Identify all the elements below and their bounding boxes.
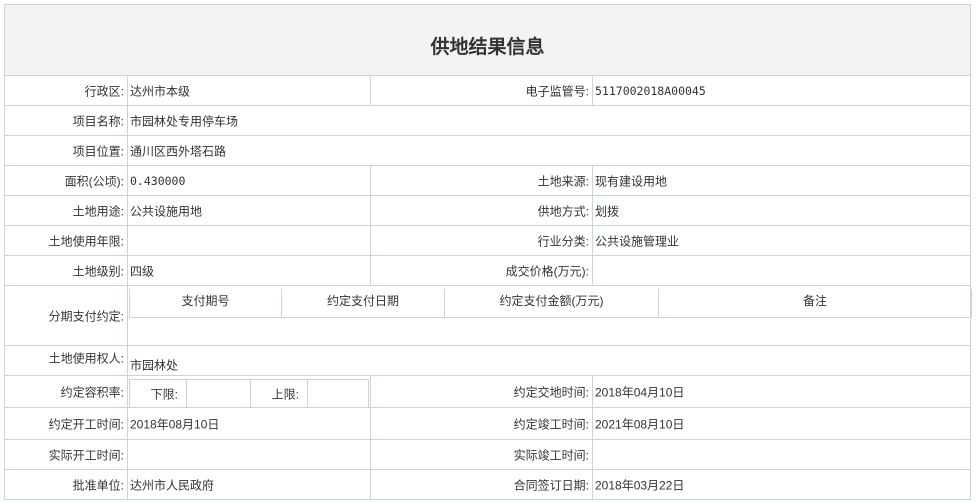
land-supply-result-panel: 供地结果信息 行政区: 达州市本级 电子监管号: 5117002018A0004… — [4, 4, 972, 500]
industry-value: 公共设施管理业 — [595, 234, 680, 248]
installment-header-remark: 备注 — [802, 294, 827, 308]
handover-time-value: 2018年04月10日 — [595, 385, 685, 399]
land-use-value: 公共设施用地 — [130, 204, 203, 218]
row-actual-start: 实际开工时间: 实际竣工时间: — [5, 440, 970, 470]
page-title: 供地结果信息 — [430, 37, 545, 58]
title-bar: 供地结果信息 — [5, 5, 970, 76]
far-label: 约定容积率: — [60, 385, 124, 399]
actual-start-label: 实际开工时间: — [48, 448, 124, 462]
land-use-label: 土地用途: — [72, 204, 124, 218]
area-value: 0.430000 — [130, 173, 186, 188]
contract-date-label: 合同签订日期: — [513, 478, 589, 492]
far-lower-label: 下限: — [150, 387, 178, 401]
far-upper-value — [308, 380, 368, 407]
project-name-label: 项目名称: — [72, 114, 124, 128]
project-location-label: 项目位置: — [72, 144, 124, 158]
start-time-value: 2018年08月10日 — [130, 417, 220, 431]
start-time-label: 约定开工时间: — [48, 417, 124, 431]
row-land-user: 土地使用权人: 市园林处 — [5, 346, 970, 376]
row-land-use: 土地用途: 公共设施用地 供地方式: 划拨 — [5, 196, 970, 226]
row-land-grade: 土地级别: 四级 成交价格(万元): — [5, 256, 970, 286]
supervision-no-label: 电子监管号: — [525, 84, 589, 98]
installment-header-period: 支付期号 — [130, 289, 282, 318]
supervision-no-value: 5117002018A00045 — [595, 83, 706, 98]
land-grade-label: 土地级别: — [72, 264, 124, 278]
installment-table: 支付期号 约定支付日期 约定支付金额(万元) 备注 — [129, 289, 972, 318]
district-label: 行政区: — [84, 84, 124, 98]
land-grade-value: 四级 — [130, 264, 155, 278]
deal-price-label: 成交价格(万元): — [505, 264, 589, 278]
row-far: 约定容积率: 下限: 上限: 约定交地时间: 2018年04月10日 — [5, 376, 970, 408]
far-range-box: 下限: 上限: — [129, 379, 369, 408]
installment-header-amount: 约定支付金额(万元) — [445, 289, 659, 318]
far-upper-label: 上限: — [271, 387, 299, 401]
completion-time-value: 2021年08月10日 — [595, 417, 685, 431]
actual-completion-label: 实际竣工时间: — [513, 448, 589, 462]
contract-date-value: 2018年03月22日 — [595, 478, 685, 492]
supply-method-value: 划拨 — [595, 204, 620, 218]
handover-time-label: 约定交地时间: — [513, 385, 589, 399]
industry-label: 行业分类: — [537, 234, 589, 248]
project-location-value: 通川区西外塔石路 — [130, 144, 227, 158]
row-area: 面积(公顷): 0.430000 土地来源: 现有建设用地 — [5, 166, 970, 196]
land-user-value: 市园林处 — [130, 358, 179, 373]
row-project-name: 项目名称: 市园林处专用停车场 — [5, 106, 970, 136]
approval-unit-value: 达州市人民政府 — [130, 478, 215, 492]
row-use-term: 土地使用年限: 行业分类: 公共设施管理业 — [5, 226, 970, 256]
row-district: 行政区: 达州市本级 电子监管号: 5117002018A00045 — [5, 76, 970, 106]
installment-header-date: 约定支付日期 — [282, 289, 445, 318]
approval-unit-label: 批准单位: — [72, 478, 124, 492]
row-approval-unit: 批准单位: 达州市人民政府 合同签订日期: 2018年03月22日 — [5, 470, 970, 499]
area-label: 面积(公顷): — [64, 174, 124, 188]
row-installment: 分期支付约定: 支付期号 约定支付日期 约定支付金额(万元) 备注 — [5, 286, 972, 346]
installment-label: 分期支付约定: — [48, 309, 124, 323]
completion-time-label: 约定竣工时间: — [513, 417, 589, 431]
far-lower-value — [187, 380, 251, 407]
land-source-label: 土地来源: — [537, 174, 589, 188]
row-start-time: 约定开工时间: 2018年08月10日 约定竣工时间: 2021年08月10日 — [5, 408, 970, 440]
use-term-label: 土地使用年限: — [48, 234, 124, 248]
land-user-label: 土地使用权人: — [48, 351, 124, 366]
district-value: 达州市本级 — [130, 84, 191, 98]
land-source-value: 现有建设用地 — [595, 174, 668, 188]
row-project-location: 项目位置: 通川区西外塔石路 — [5, 136, 970, 166]
project-name-value: 市园林处专用停车场 — [130, 114, 239, 128]
supply-method-label: 供地方式: — [537, 204, 589, 218]
